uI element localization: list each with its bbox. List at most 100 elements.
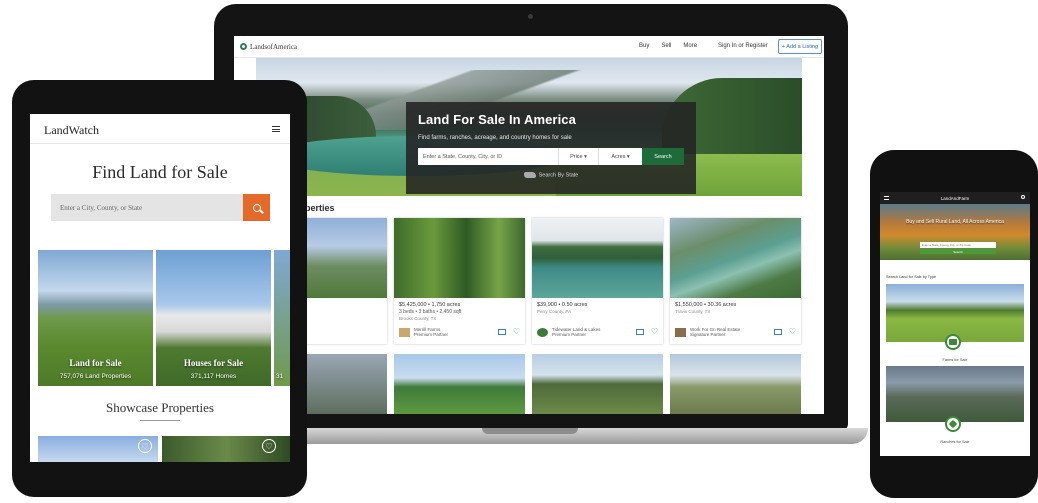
nav-buy[interactable]: Buy — [639, 43, 649, 49]
tile-count: 31 — [276, 373, 284, 380]
nav-sell[interactable]: Sell — [661, 43, 671, 49]
site-name: LandsofAmerica — [250, 42, 298, 51]
hero-title: Land For Sale In America — [418, 112, 576, 127]
tile-label: Land for Sale — [69, 358, 122, 368]
hero-banner: Land For Sale In America Find farms, ran… — [256, 58, 802, 196]
add-listing-button[interactable]: + Add a Listing — [778, 39, 822, 54]
card-location: Perry County, PA — [537, 309, 572, 314]
hero-subtitle: Find farms, ranches, acreage, and countr… — [418, 135, 572, 141]
hero-search-input[interactable]: Enter a State, County, City, or ID — [418, 148, 558, 165]
property-card[interactable] — [670, 354, 801, 414]
houses-for-sale-tile[interactable]: Houses for Sale 371,117 Homes — [156, 250, 271, 386]
email-icon[interactable] — [773, 329, 782, 336]
hamburger-menu-icon[interactable] — [272, 126, 280, 132]
phone-screen: LandAndFarm Buy and Sell Rural Land, All… — [880, 192, 1030, 456]
card-location: Brooks County, TX — [399, 316, 437, 321]
broker-tier: Premium Partner — [552, 332, 587, 338]
property-photo — [670, 218, 801, 298]
broker-info: Tidewater Land & Lakes Premium Partner — [552, 327, 636, 338]
tablet-search-input[interactable]: Enter a City, County, or State — [51, 194, 243, 221]
signin-link[interactable]: Sign In or Register — [718, 43, 768, 49]
favorite-heart-icon[interactable]: ♡ — [513, 328, 520, 336]
us-map-icon — [523, 172, 536, 178]
broker-info: Work For Gn Real Estate Signature Partner — [690, 327, 774, 338]
hero-search-button[interactable]: Search — [642, 148, 684, 165]
favorite-heart-icon[interactable]: ♡ — [789, 328, 796, 336]
hero-search-panel: Land For Sale In America Find farms, ran… — [406, 102, 696, 194]
ranches-for-sale-tile[interactable] — [886, 366, 1024, 422]
broker-logo — [399, 327, 410, 337]
broker-name: Tidewater Land & Lakes — [552, 326, 601, 332]
card-footer: Tidewater Land & Lakes Premium Partner ♡ — [537, 327, 658, 338]
nav-more[interactable]: More — [683, 43, 697, 49]
card-footer: Merrill Farms Premium Partner ♡ — [399, 327, 520, 338]
tile-label: Houses for Sale — [183, 358, 244, 368]
barn-icon — [949, 339, 957, 345]
land-for-sale-tile[interactable]: Land for Sale 757,076 Land Properties — [38, 250, 153, 386]
acres-label: Acres — [611, 153, 626, 160]
card-detail: 3 beds • 3 baths • 2,450 sqft — [399, 309, 462, 315]
hamburger-menu-icon[interactable] — [884, 196, 889, 200]
favorite-heart-icon[interactable]: ♡ — [651, 328, 658, 336]
price-label: Price — [570, 153, 583, 160]
property-photo — [394, 218, 525, 298]
phone-section-title: Search Land for Sale by Type — [886, 275, 936, 279]
lands-of-america-logo[interactable]: LandsofAmerica — [240, 43, 297, 51]
category-tile[interactable]: 31 — [274, 250, 290, 386]
property-card[interactable]: $5,425,000 • 1,750 acres 3 beds • 3 bath… — [394, 218, 525, 344]
email-icon[interactable] — [497, 329, 506, 336]
phone-search-input[interactable]: Enter a State, County, City, or Zip Code — [920, 242, 996, 248]
property-card[interactable]: $39,900 • 0.50 acres Perry County, PA Ti… — [532, 218, 663, 344]
ranch-icon — [948, 419, 958, 429]
card-price: $39,900 • 0.50 acres — [537, 302, 588, 308]
broker-info: Merrill Farms Premium Partner — [414, 327, 498, 338]
laptop-camera — [528, 14, 533, 19]
acres-dropdown[interactable]: Acres ▾ — [598, 148, 642, 165]
ranch-badge-icon — [945, 416, 961, 432]
broker-name: Merrill Farms — [414, 326, 441, 332]
property-card[interactable] — [394, 354, 525, 414]
search-by-state-link[interactable]: Search By State — [418, 172, 684, 178]
showcase-heading: Showcase Properties — [106, 400, 214, 415]
broker-tier: Premium Partner — [414, 332, 449, 338]
card-price: $5,425,000 • 1,750 acres — [399, 302, 461, 308]
card-location: Travis County, TX — [675, 309, 711, 314]
phone-nav: LandAndFarm — [880, 192, 1030, 204]
favorite-heart-icon[interactable]: ♡ — [262, 439, 276, 453]
divider — [140, 420, 180, 421]
tablet-title: Find Land for Sale — [92, 162, 228, 182]
laptop-screen: LandsofAmerica Buy Sell More Sign In or … — [234, 36, 824, 414]
card-price: $1,550,000 • 30.36 acres — [675, 302, 737, 308]
logo-mark-icon — [240, 43, 247, 50]
broker-logo — [537, 327, 548, 337]
phone-search-button[interactable]: Search — [920, 249, 996, 254]
showcase-property-photo[interactable]: ♡ — [38, 436, 158, 462]
phone-site-name[interactable]: LandAndFarm — [941, 196, 970, 201]
tile-label: Farms for Sale — [942, 358, 968, 362]
property-card[interactable]: $1,550,000 • 30.36 acres Travis County, … — [670, 218, 801, 344]
search-icon — [252, 203, 261, 212]
tablet-search-button[interactable] — [243, 194, 270, 221]
hero-search-row: Enter a State, County, City, or ID Price… — [418, 148, 684, 165]
search-by-state-label: Search By State — [538, 172, 579, 179]
search-icon[interactable] — [1021, 195, 1025, 199]
phone-hero-text: Buy and Sell Rural Land, All Across Amer… — [906, 219, 1004, 225]
broker-avatar — [675, 327, 686, 337]
nav-links: Buy Sell More — [639, 43, 697, 49]
price-dropdown[interactable]: Price ▾ — [558, 148, 598, 165]
showcase-property-photo[interactable]: ♡ — [162, 436, 290, 462]
farm-badge-icon — [945, 334, 961, 350]
property-card[interactable] — [532, 354, 663, 414]
landwatch-logo[interactable]: LandWatch — [44, 123, 99, 138]
tablet-screen: LandWatch Find Land for Sale Enter a Cit… — [30, 114, 290, 462]
tile-count: 371,117 Homes — [190, 373, 237, 380]
card-footer: Work For Gn Real Estate Signature Partner… — [675, 327, 796, 338]
laptop-notch — [482, 428, 578, 434]
favorite-heart-icon[interactable]: ♡ — [138, 439, 152, 453]
broker-tier: Signature Partner — [690, 332, 726, 338]
email-icon[interactable] — [635, 329, 644, 336]
tile-label: Ranches for Sale — [940, 440, 970, 444]
tile-count: 757,076 Land Properties — [59, 373, 132, 380]
property-photo — [532, 218, 663, 298]
broker-name: Work For Gn Real Estate — [690, 326, 741, 332]
